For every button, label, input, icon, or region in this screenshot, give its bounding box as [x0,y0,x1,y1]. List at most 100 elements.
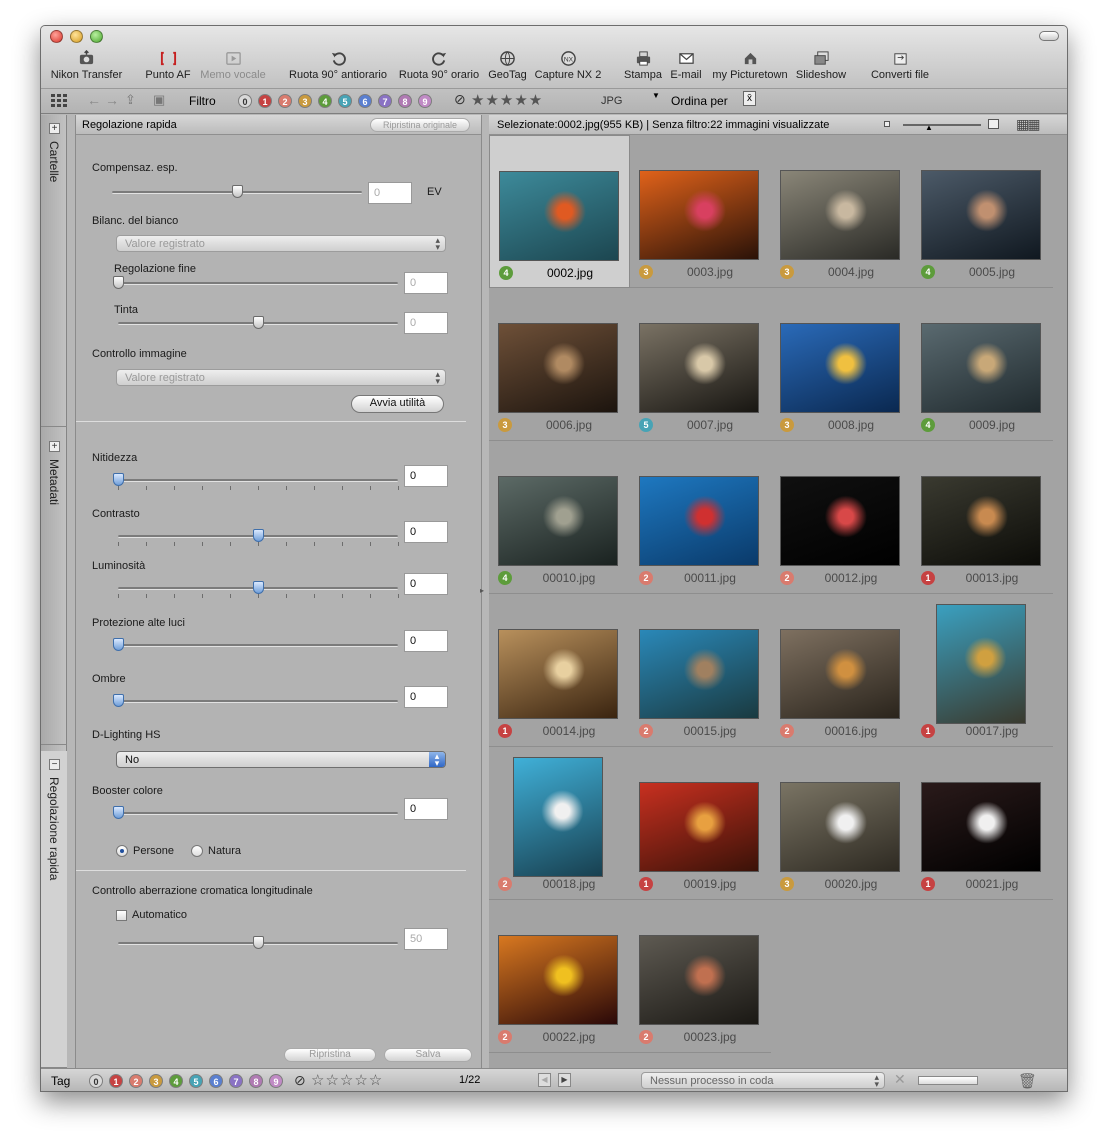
label-1-button[interactable]: 1 [258,94,272,108]
exposure-value-field[interactable]: 0 [368,182,412,204]
label-3-button[interactable]: 3 [149,1074,163,1088]
star-rating-filter[interactable]: ★★★★★ [471,91,543,109]
trash-icon[interactable]: 🗑 [1018,1072,1037,1090]
thumbnail-image[interactable] [921,170,1041,260]
thumbnail-cell[interactable]: 1 00019.jpg [630,747,771,900]
thumbnail-cell[interactable]: 2 00015.jpg [630,594,771,747]
cancel-process-icon[interactable]: ✕ [894,1071,906,1088]
thumbnail-cell[interactable]: 2 00018.jpg [489,747,630,900]
thumbnail-image[interactable] [780,629,900,719]
metadata-tab[interactable]: + Metadati [41,433,67,745]
thumbnail-image[interactable] [639,476,759,566]
print-button[interactable]: Stampa [623,50,663,86]
toolbar-toggle-button[interactable] [1039,31,1059,41]
label-8-button[interactable]: 8 [249,1074,263,1088]
slider-knob[interactable] [113,694,124,707]
voice-memo-button[interactable]: Memo vocale [199,50,267,86]
prev-page-button[interactable]: ◀ [538,1073,551,1087]
next-page-button[interactable]: ▶ [558,1073,571,1087]
thumbnail-cell[interactable]: 3 0003.jpg [630,135,771,288]
thumbnail-cell[interactable]: 3 0004.jpg [771,135,912,288]
label-7-button[interactable]: 7 [229,1074,243,1088]
label-0-button[interactable]: 0 [238,94,252,108]
back-arrow-icon[interactable]: ← [87,92,101,108]
thumbnail-cell[interactable]: 1 00017.jpg [912,594,1053,747]
thumbnail-image[interactable] [921,782,1041,872]
label-7-button[interactable]: 7 [378,94,392,108]
thumbnail-cell[interactable]: 4 00010.jpg [489,441,630,594]
label-0-button[interactable]: 0 [89,1074,103,1088]
panel-resize-handle[interactable]: ▸ [480,586,484,595]
d-lighting-select[interactable]: No ▴ ▾ [116,751,446,768]
thumbnail-cell[interactable]: 4 0009.jpg [912,288,1053,441]
label-5-button[interactable]: 5 [338,94,352,108]
slider-knob[interactable] [113,473,124,486]
white-balance-select[interactable]: Valore registrato ▴ ▾ [116,235,446,252]
thumbnail-cell[interactable]: 2 00011.jpg [630,441,771,594]
star-rating-tags[interactable]: ☆☆☆☆☆ [311,1071,383,1089]
sharpness-value-field[interactable]: 0 [404,465,448,487]
capture-nx-button[interactable]: NX Capture NX 2 [533,50,603,86]
launch-utility-button[interactable]: Avvia utilità [351,395,444,413]
expand-icon[interactable]: + [49,441,60,452]
color-booster-value-field[interactable]: 0 [404,798,448,820]
upload-icon[interactable]: ⇪ [125,92,136,108]
thumbnail-size-knob[interactable]: ▲ [925,124,933,132]
email-button[interactable]: E-mail [668,50,704,86]
thumbnail-image[interactable] [780,782,900,872]
thumbnail-image[interactable] [936,604,1026,724]
thumbnail-image[interactable] [639,170,759,260]
thumbnail-cell[interactable]: 2 00023.jpg [630,900,771,1053]
reset-original-button[interactable]: Ripristina originale [370,118,470,132]
thumbnail-image[interactable] [780,476,900,566]
small-thumb-icon[interactable] [884,121,890,127]
label-4-button[interactable]: 4 [318,94,332,108]
slideshow-button[interactable]: Slideshow [795,50,847,86]
zoom-window-button[interactable] [90,30,103,43]
slider-knob[interactable] [253,316,264,329]
thumbnail-image[interactable] [639,323,759,413]
thumbnail-cell[interactable]: 1 00013.jpg [912,441,1053,594]
thumbnail-image[interactable] [639,935,759,1025]
fine-adjust-value-field[interactable]: 0 [404,272,448,294]
file-type-filter[interactable]: JPG [601,95,622,107]
large-thumb-icon[interactable] [988,119,999,129]
slider-knob[interactable] [232,185,243,198]
shadows-value-field[interactable]: 0 [404,686,448,708]
quick-adjust-tab[interactable]: − Regolazione rapida [41,751,67,1068]
label-4-button[interactable]: 4 [169,1074,183,1088]
label-6-button[interactable]: 6 [358,94,372,108]
folder-icon[interactable]: ▣ [153,92,165,108]
nikon-transfer-button[interactable]: Nikon Transfer [49,50,124,86]
contrast-value-field[interactable]: 0 [404,521,448,543]
thumbnail-size-slider[interactable] [903,124,981,126]
thumbnail-image[interactable] [921,476,1041,566]
my-picturetown-button[interactable]: my Picturetown [711,50,789,86]
rotate-right-button[interactable]: Ruota 90° orario [396,50,482,86]
thumbnail-cell[interactable]: 1 00014.jpg [489,594,630,747]
label-8-button[interactable]: 8 [398,94,412,108]
thumbnail-image[interactable] [639,629,759,719]
label-6-button[interactable]: 6 [209,1074,223,1088]
no-rating-icon[interactable]: ⊘ [294,1072,306,1089]
label-1-button[interactable]: 1 [109,1074,123,1088]
af-point-button[interactable]: Punto AF [140,50,196,86]
folders-tab[interactable]: + Cartelle [41,115,67,427]
no-rating-icon[interactable]: ⊘ [454,91,466,108]
view-mode-icon[interactable]: ▦▦ [1016,114,1041,134]
dropdown-arrow-icon[interactable]: ▼ [652,91,660,100]
convert-file-button[interactable]: Converti file [869,50,931,86]
label-3-button[interactable]: 3 [298,94,312,108]
thumbnail-image[interactable] [498,629,618,719]
thumbnail-image[interactable] [780,323,900,413]
thumbnail-cell[interactable]: 2 00012.jpg [771,441,912,594]
label-5-button[interactable]: 5 [189,1074,203,1088]
label-2-button[interactable]: 2 [129,1074,143,1088]
tint-value-field[interactable]: 0 [404,312,448,334]
thumbnail-image[interactable] [499,171,619,261]
process-queue-select[interactable]: Nessun processo in coda ▴ ▾ [641,1072,885,1089]
thumbnail-cell[interactable]: 2 00022.jpg [489,900,630,1053]
rotate-left-button[interactable]: Ruota 90° antiorario [286,50,390,86]
label-9-button[interactable]: 9 [418,94,432,108]
minimize-window-button[interactable] [70,30,83,43]
